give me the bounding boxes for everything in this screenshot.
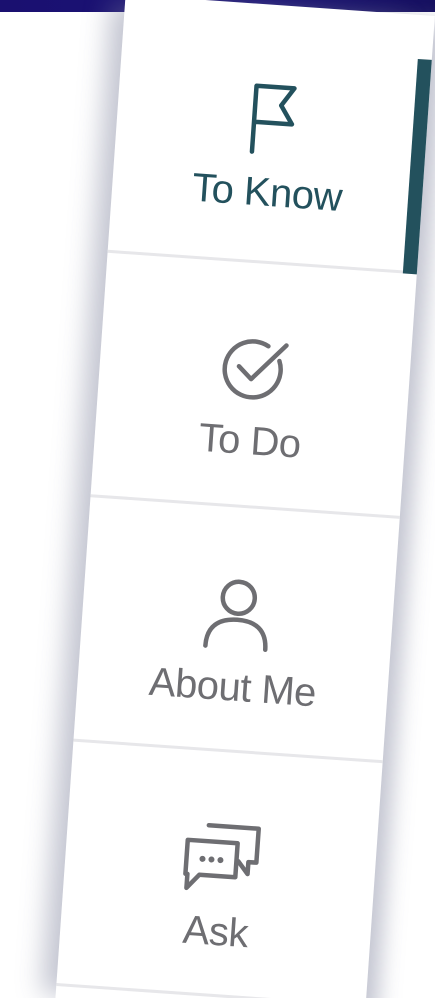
nav-item-label: About Me: [147, 659, 318, 716]
flag-icon: [249, 83, 297, 154]
nav-item-about-me[interactable]: About Me: [73, 497, 400, 764]
nav-item-label: To Know: [190, 165, 344, 220]
nav-item-to-do[interactable]: To Do: [90, 252, 417, 519]
side-navigation: To Know To Do About Me Ask: [55, 0, 435, 998]
active-indicator: [402, 58, 432, 275]
check-circle-icon: [222, 339, 289, 400]
user-icon: [203, 579, 268, 653]
nav-item-label: Ask: [181, 907, 250, 957]
nav-item-ask[interactable]: Ask: [56, 741, 383, 998]
nav-item-to-know[interactable]: To Know: [107, 8, 434, 275]
screen: To Know To Do About Me Ask: [0, 0, 435, 998]
nav-item-label: To Do: [197, 415, 303, 467]
chat-bubbles-icon: [183, 822, 261, 891]
